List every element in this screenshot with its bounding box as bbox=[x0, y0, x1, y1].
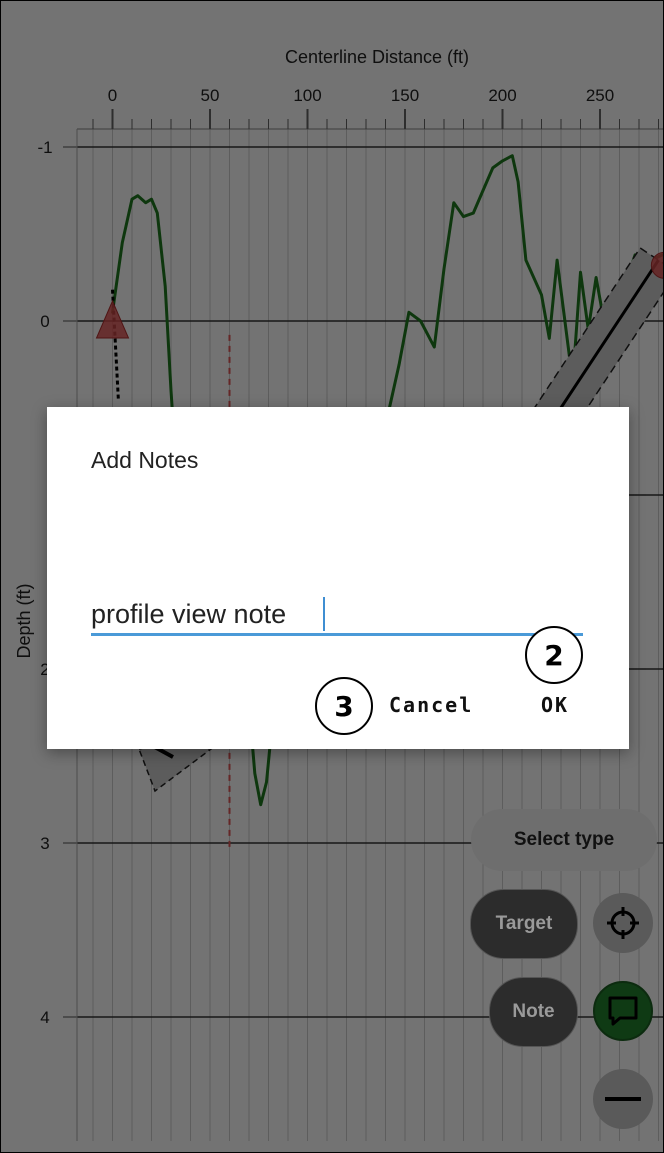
select-type-label: Select type bbox=[471, 809, 657, 871]
cancel-button[interactable]: Cancel bbox=[389, 693, 473, 717]
note-button[interactable]: Note bbox=[489, 977, 578, 1047]
line-tool-button[interactable] bbox=[593, 1069, 653, 1129]
dialog-title: Add Notes bbox=[91, 447, 199, 473]
step-marker-ok: 2 bbox=[525, 626, 583, 684]
note-text-input[interactable] bbox=[91, 595, 583, 636]
app-screen: 050100150200250-10234Centerline Distance… bbox=[0, 0, 664, 1153]
chat-bubble-icon bbox=[608, 996, 638, 1026]
add-note-button[interactable] bbox=[593, 981, 653, 1041]
crosshair-icon bbox=[607, 907, 639, 939]
target-button[interactable]: Target bbox=[470, 889, 578, 959]
text-caret bbox=[323, 597, 325, 631]
crosshair-button[interactable] bbox=[593, 893, 653, 953]
minus-line-icon bbox=[605, 1097, 641, 1101]
step-marker-cancel: 3 bbox=[315, 677, 373, 735]
ok-button[interactable]: OK bbox=[541, 693, 569, 717]
